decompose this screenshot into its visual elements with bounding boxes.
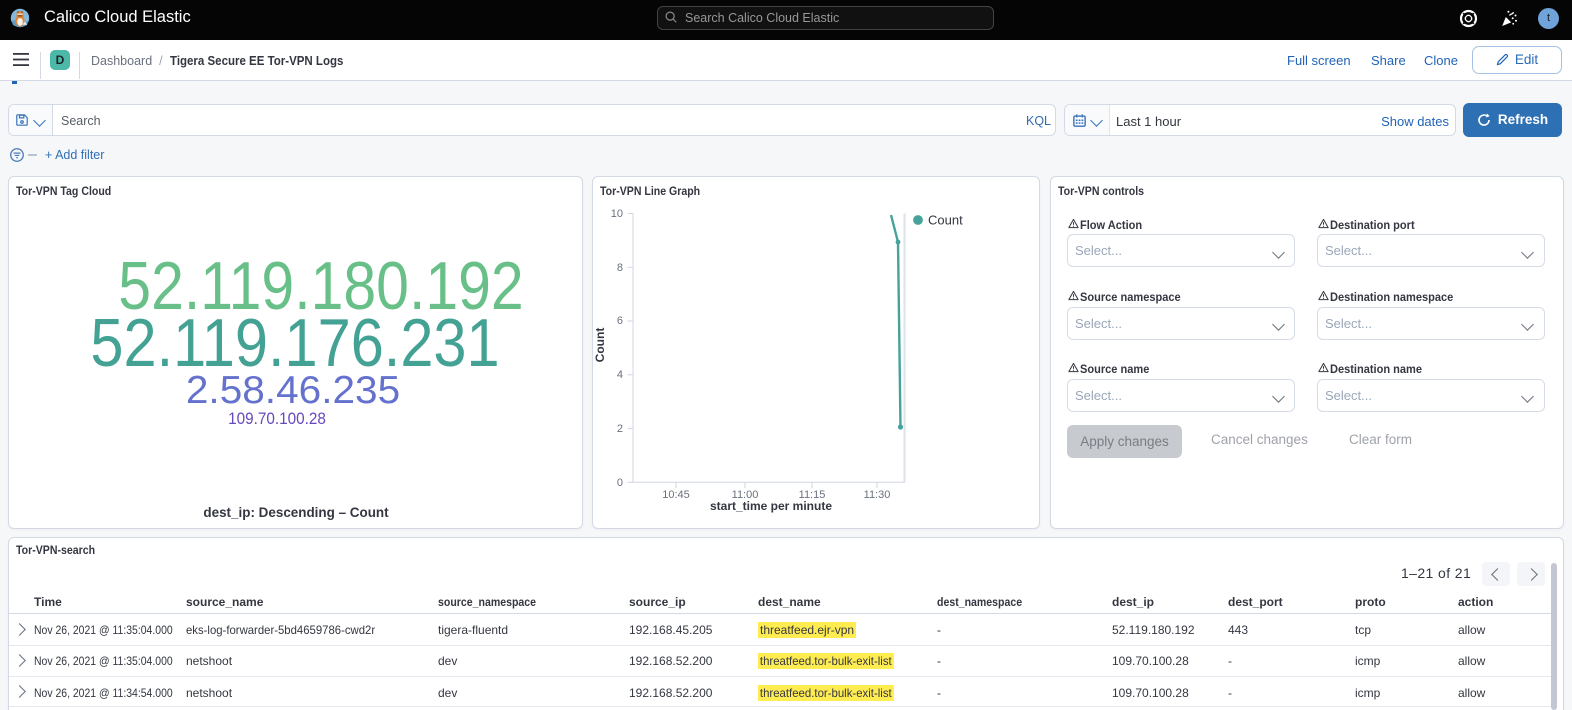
- svg-text:start_time per minute: start_time per minute: [710, 499, 832, 513]
- svg-text:2: 2: [617, 423, 623, 435]
- svg-text:4: 4: [617, 369, 623, 381]
- svg-text:10: 10: [611, 208, 623, 220]
- svg-text:Count: Count: [928, 213, 963, 228]
- svg-text:Count: Count: [593, 328, 607, 363]
- svg-text:10:45: 10:45: [662, 489, 690, 501]
- svg-text:11:30: 11:30: [864, 489, 891, 501]
- svg-text:6: 6: [617, 315, 623, 327]
- svg-text:8: 8: [617, 262, 623, 274]
- svg-text:0: 0: [617, 477, 623, 489]
